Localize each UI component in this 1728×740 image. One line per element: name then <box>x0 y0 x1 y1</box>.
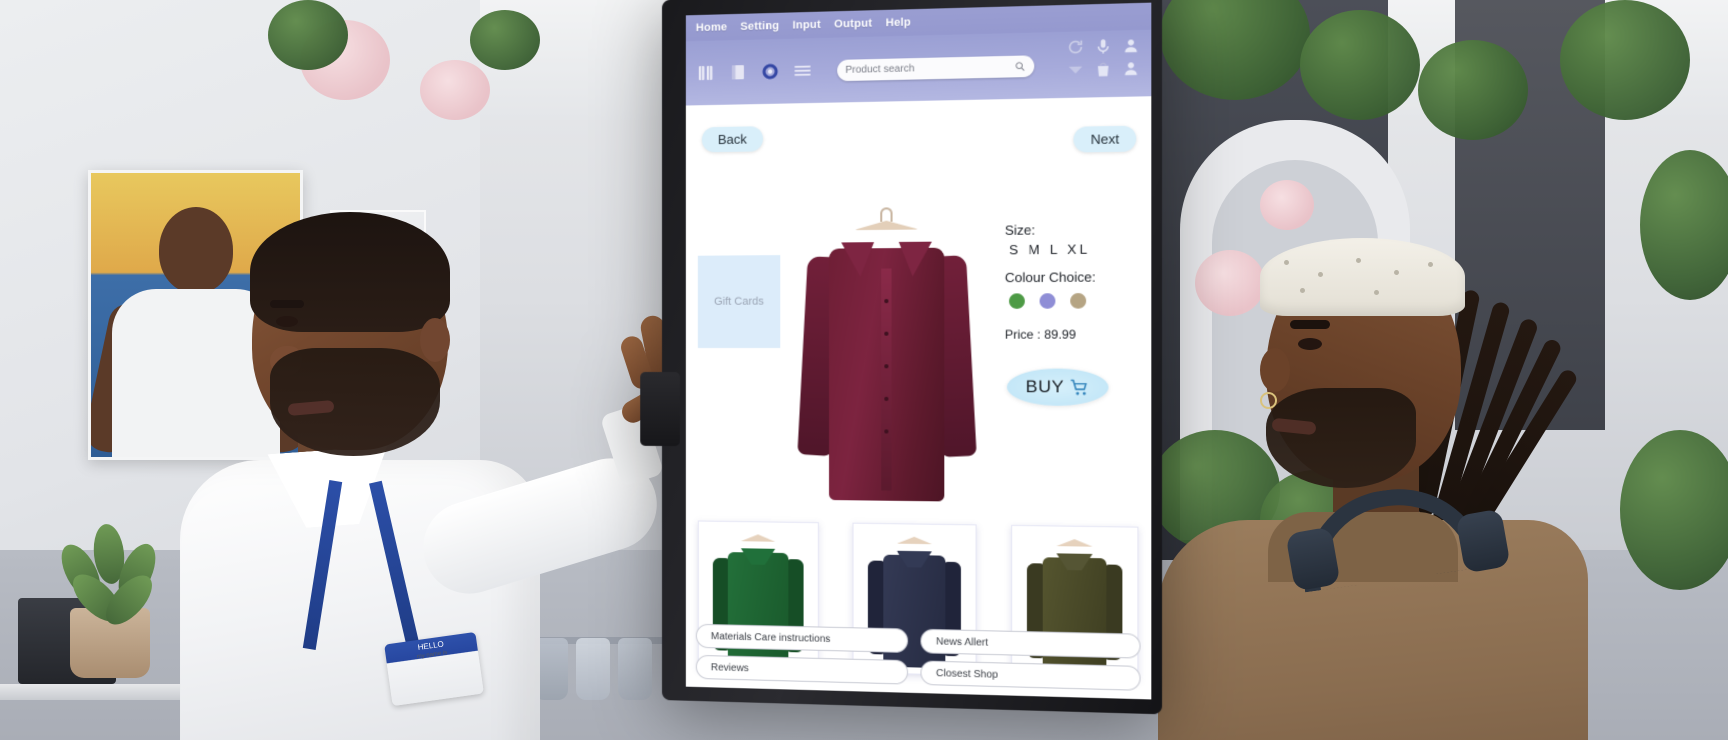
menu-item-home[interactable]: Home <box>696 21 727 34</box>
colour-choice-label: Colour Choice: <box>1004 269 1096 286</box>
store-employee: HELLO my name is <box>120 150 721 740</box>
user-account-icon[interactable] <box>1121 36 1140 55</box>
customer-bandana <box>1260 238 1465 316</box>
closest-shop-button[interactable]: Closest Shop <box>920 660 1141 691</box>
size-option-xl[interactable]: XL <box>1067 241 1090 257</box>
shopping-cart-icon <box>1069 377 1089 397</box>
foliage <box>1300 10 1420 120</box>
customer-eye <box>1298 338 1322 350</box>
menu-item-input[interactable]: Input <box>792 19 820 32</box>
size-option-s[interactable]: S <box>1009 242 1021 258</box>
store-scene: HELLO my name is Home Setting Input Outp… <box>0 0 1728 740</box>
app-toolbar <box>685 29 1152 106</box>
buy-button-label: BUY <box>1025 376 1065 397</box>
info-button-grid: Materials Care instructions News Allert … <box>695 623 1141 691</box>
employee-beard <box>270 348 440 456</box>
book-icon[interactable] <box>728 62 748 83</box>
user-profile-icon[interactable] <box>1121 59 1140 78</box>
employee-eyebrow <box>270 300 304 308</box>
customer-beard <box>1266 388 1416 488</box>
employee-ear <box>420 318 450 362</box>
menu-item-output[interactable]: Output <box>834 17 872 30</box>
product-details: Size: S M L XL Colour Choice: Price : 89… <box>1005 221 1141 406</box>
kiosk-screen[interactable]: Home Setting Input Output Help Product s… <box>685 2 1152 700</box>
colour-swatches <box>1009 293 1141 309</box>
store-customer <box>1148 120 1668 740</box>
colour-swatch-purple[interactable] <box>1039 293 1056 309</box>
foliage <box>268 0 348 70</box>
news-allert-button[interactable]: News Allert <box>920 628 1141 659</box>
size-option-l[interactable]: L <box>1050 242 1060 258</box>
size-label: Size: <box>1004 222 1036 238</box>
customer-eyebrow <box>1290 320 1330 329</box>
gift-cards-panel[interactable]: Gift Cards <box>697 255 781 348</box>
materials-care-instructions-button[interactable]: Materials Care instructions <box>695 623 909 653</box>
foliage <box>1560 0 1690 120</box>
hanger-hook <box>880 207 893 222</box>
burgundy-shirt <box>797 225 977 504</box>
size-options: S M L XL <box>1005 241 1141 258</box>
hero-product-image[interactable] <box>794 206 979 514</box>
panels-icon[interactable] <box>696 63 716 84</box>
reviews-button[interactable]: Reviews <box>695 654 909 685</box>
settings-gear-icon[interactable] <box>760 61 780 82</box>
search-icon[interactable] <box>1014 60 1026 72</box>
customer-ear <box>1260 348 1290 392</box>
product-price: Price : 89.99 <box>1004 327 1076 342</box>
next-button[interactable]: Next <box>1073 125 1137 153</box>
menu-item-help[interactable]: Help <box>886 16 911 29</box>
hamburger-menu-icon[interactable] <box>792 60 812 81</box>
toolbar-right-icons <box>1066 36 1143 79</box>
colour-swatch-tan[interactable] <box>1070 293 1087 309</box>
app-content: Back Next Gift Cards Size: S M L XL Colo… <box>685 96 1152 700</box>
kiosk-wall-mount <box>640 371 680 447</box>
colour-swatch-green[interactable] <box>1009 293 1025 309</box>
menu-item-setting[interactable]: Setting <box>740 20 779 33</box>
toolbar-icon-group <box>696 60 813 83</box>
employee-eye <box>276 316 298 327</box>
interactive-kiosk[interactable]: Home Setting Input Output Help Product s… <box>640 0 1163 715</box>
search-input[interactable] <box>845 60 1015 76</box>
refresh-icon[interactable] <box>1066 38 1085 57</box>
headphone-cup <box>1455 508 1511 574</box>
size-option-m[interactable]: M <box>1028 242 1043 258</box>
microphone-icon[interactable] <box>1094 37 1113 56</box>
employee-hair <box>250 212 450 332</box>
chevron-down-icon[interactable] <box>1066 60 1085 79</box>
buy-button[interactable]: BUY <box>1006 368 1109 406</box>
shopping-bag-icon[interactable] <box>1094 60 1113 79</box>
foliage <box>470 10 540 70</box>
flower-cluster <box>420 60 490 120</box>
employee-name-badge: HELLO my name is <box>384 631 484 707</box>
back-button[interactable]: Back <box>701 126 763 153</box>
earring <box>1260 392 1277 409</box>
search-box[interactable] <box>837 54 1035 81</box>
